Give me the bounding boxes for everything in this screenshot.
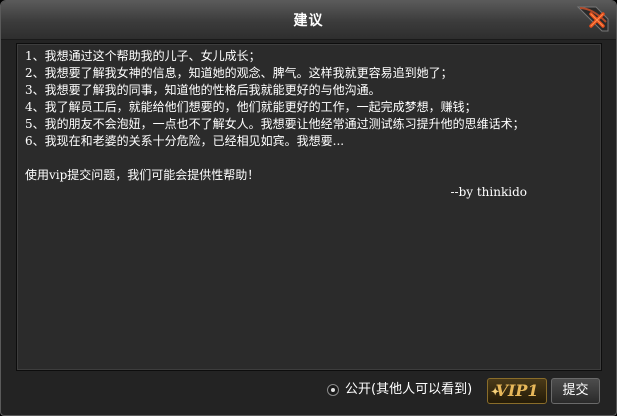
suggestion-line: 5、我的朋友不会泡妞，一点也不了解女人。我想要让他经常通过测试练习提升他的思维话… [25, 117, 525, 131]
suggestion-line: 4、我了解员工后，就能给他们想要的，他们就能更好的工作，一起完成梦想，赚钱； [25, 100, 477, 114]
dialog-title: 建议 [293, 13, 324, 29]
suggestion-line: 6、我现在和老婆的关系十分危险，已经相见如宾。我想要... [25, 134, 345, 148]
sparkle-icon: ✦ [491, 387, 500, 398]
radio-dot-icon [331, 388, 335, 392]
vip-note: 使用vip提交问题，我们可能会提供性帮助！ [25, 168, 260, 182]
public-radio[interactable] [327, 384, 339, 396]
title-bar: 建议 [1, 1, 616, 40]
public-label[interactable]: 公开(其他人可以看到) [345, 381, 472, 399]
vip-button[interactable]: ✦ VIP1 [487, 378, 547, 404]
suggestion-line: 2、我想要了解我女神的信息，知道她的观念、脾气。这样我就更容易追到她了； [25, 66, 453, 80]
suggestion-line: 1、我想通过这个帮助我的儿子、女儿成长； [25, 49, 261, 63]
suggestion-line: 3、我想要了解我的同事，知道他的性格后我就能更好的与他沟通。 [25, 83, 381, 97]
suggestion-textarea[interactable]: 1、我想通过这个帮助我的儿子、女儿成长； 2、我想要了解我女神的信息，知道她的观… [16, 43, 602, 371]
vip-label: VIP1 [495, 381, 539, 400]
close-icon[interactable] [576, 5, 610, 33]
suggestion-dialog: 建议 1、我想通过这个帮助我的儿子、女儿成长； 2、我想要了解我女神的信息，知道… [0, 0, 617, 416]
submit-button[interactable]: 提交 [551, 378, 600, 404]
footer-bar: 公开(其他人可以看到) ✦ VIP1 提交 [1, 373, 616, 415]
signature: --by thinkido [450, 185, 527, 199]
